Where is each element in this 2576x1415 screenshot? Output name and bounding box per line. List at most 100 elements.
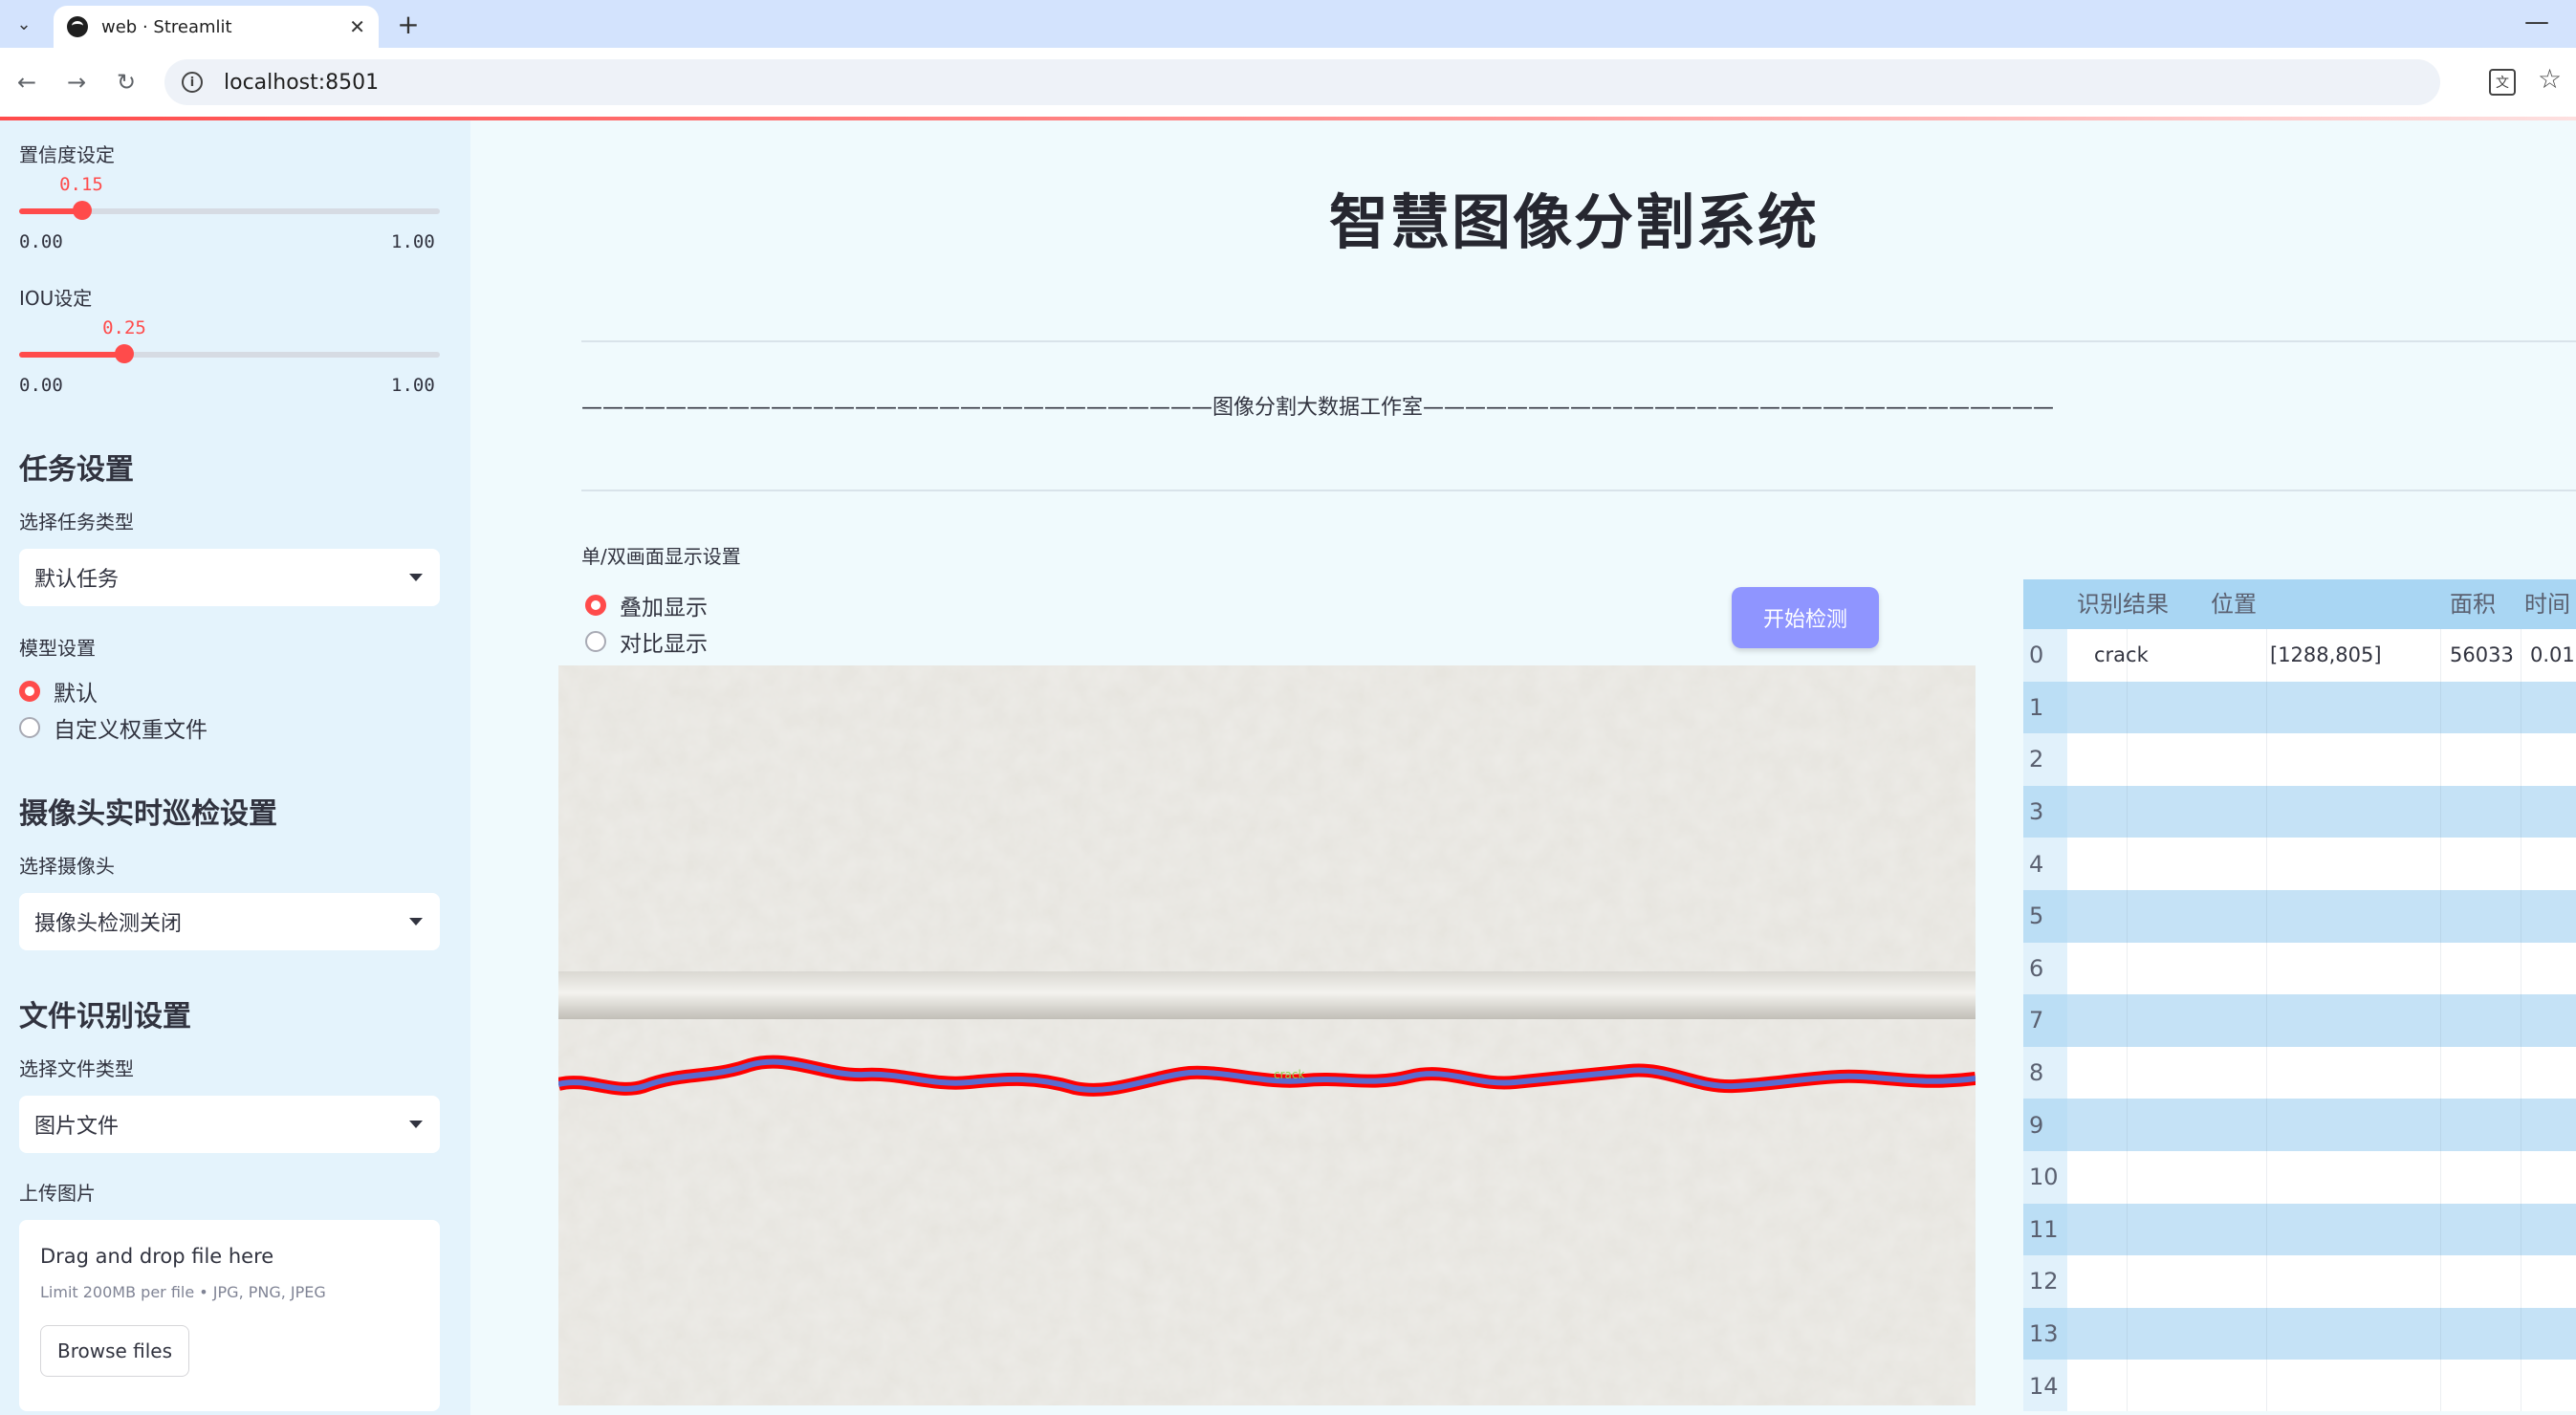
column-separator <box>2440 1099 2441 1151</box>
column-separator <box>2127 733 2128 786</box>
table-row[interactable]: 0 crack [1288,805] 56033 0.01 <box>2023 629 2576 682</box>
column-separator <box>2127 681 2128 734</box>
streamlit-favicon-icon <box>67 16 88 37</box>
radio-selected-icon <box>585 595 606 616</box>
dropzone-title: Drag and drop file here <box>40 1245 274 1268</box>
column-separator <box>2127 890 2128 943</box>
column-separator <box>2266 1203 2267 1256</box>
confidence-slider-thumb[interactable] <box>73 201 92 220</box>
task-type-label: 选择任务类型 <box>19 511 134 533</box>
url-text: localhost:8501 <box>224 70 380 95</box>
crack-detection-label: crack <box>1274 1068 1304 1081</box>
browser-tab[interactable]: web · Streamlit ✕ <box>54 6 379 48</box>
cell-result: crack <box>2094 643 2149 667</box>
minimize-icon[interactable]: — <box>2524 8 2549 36</box>
browse-files-button[interactable]: Browse files <box>40 1325 189 1377</box>
table-row[interactable]: 10 <box>2023 1151 2576 1204</box>
column-separator <box>2266 785 2267 838</box>
row-index: 4 <box>2023 838 2067 890</box>
display-option-overlay[interactable]: 叠加显示 <box>585 589 708 621</box>
table-row[interactable]: 9 <box>2023 1099 2576 1151</box>
browser-tab-bar: ⌄ web · Streamlit ✕ + — <box>0 0 2576 48</box>
display-settings-label: 单/双画面显示设置 <box>581 545 741 568</box>
chevron-down-icon <box>409 918 423 925</box>
col-header-result[interactable]: 识别结果 <box>2077 579 2169 629</box>
column-separator <box>2127 1099 2128 1151</box>
column-separator <box>2127 1307 2128 1361</box>
iou-max: 1.00 <box>391 375 435 396</box>
dropzone-limit: Limit 200MB per file • JPG, PNG, JPEG <box>40 1283 326 1301</box>
star-icon[interactable]: ☆ <box>2538 63 2562 95</box>
column-separator <box>2266 838 2267 890</box>
translate-icon[interactable]: 文 <box>2489 69 2516 96</box>
column-separator <box>2440 733 2441 786</box>
confidence-value: 0.15 <box>59 174 103 195</box>
row-index: 14 <box>2023 1360 2067 1411</box>
file-type-label: 选择文件类型 <box>19 1057 134 1080</box>
file-dropzone[interactable]: Drag and drop file here Limit 200MB per … <box>19 1220 440 1411</box>
plus-icon[interactable]: + <box>392 8 425 40</box>
table-row[interactable]: 2 <box>2023 733 2576 786</box>
confidence-slider[interactable] <box>19 201 440 220</box>
table-row[interactable]: 13 <box>2023 1307 2576 1361</box>
column-separator <box>2266 994 2267 1047</box>
column-separator <box>2127 1203 2128 1256</box>
column-separator <box>2440 994 2441 1047</box>
column-separator <box>2266 1151 2267 1204</box>
close-icon[interactable]: ✕ <box>349 15 365 38</box>
table-row[interactable]: 5 <box>2023 890 2576 943</box>
upload-label: 上传图片 <box>19 1182 96 1205</box>
file-type-select[interactable]: 图片文件 <box>19 1096 440 1153</box>
iou-min: 0.00 <box>19 375 63 396</box>
back-icon[interactable]: ← <box>10 65 44 99</box>
table-row[interactable]: 7 <box>2023 994 2576 1047</box>
iou-label: IOU设定 <box>19 287 93 310</box>
confidence-max: 1.00 <box>391 231 435 252</box>
column-separator <box>2127 1360 2128 1411</box>
row-index: 5 <box>2023 890 2067 943</box>
col-header-area[interactable]: 面积 <box>2450 579 2496 629</box>
col-header-time[interactable]: 时间 <box>2524 579 2570 629</box>
iou-slider-thumb[interactable] <box>115 344 134 363</box>
camera-select[interactable]: 摄像头检测关闭 <box>19 893 440 950</box>
table-row[interactable]: 4 <box>2023 838 2576 890</box>
column-separator <box>2440 1046 2441 1099</box>
reload-icon[interactable]: ↻ <box>109 65 143 99</box>
column-separator <box>2266 1046 2267 1099</box>
model-option-custom[interactable]: 自定义权重文件 <box>19 711 207 744</box>
display-option-compare[interactable]: 对比显示 <box>585 625 708 658</box>
row-index: 13 <box>2023 1307 2067 1361</box>
radio-icon <box>585 631 606 652</box>
start-detection-button[interactable]: 开始检测 <box>1732 587 1879 648</box>
results-table[interactable]: 识别结果 位置 面积 时间 0 crack [1288,805] 56033 0.01 1… <box>2023 579 2576 1411</box>
column-separator <box>2440 1255 2441 1308</box>
column-separator <box>2127 629 2128 682</box>
row-index: 3 <box>2023 785 2067 838</box>
wall-ridge <box>558 971 1976 1019</box>
chevron-down-icon[interactable]: ⌄ <box>8 8 40 40</box>
display-option-compare-label: 对比显示 <box>620 632 708 657</box>
row-index: 2 <box>2023 733 2067 786</box>
row-index: 10 <box>2023 1151 2067 1204</box>
info-icon[interactable]: i <box>182 72 203 93</box>
col-header-position[interactable]: 位置 <box>2211 579 2257 629</box>
table-row[interactable]: 11 <box>2023 1203 2576 1256</box>
column-separator <box>2440 629 2441 682</box>
table-row[interactable]: 12 <box>2023 1255 2576 1308</box>
table-row[interactable]: 1 <box>2023 681 2576 734</box>
iou-slider[interactable] <box>19 344 440 363</box>
column-separator <box>2127 1046 2128 1099</box>
camera-settings-header: 摄像头实时巡检设置 <box>19 797 277 831</box>
table-row[interactable]: 14 <box>2023 1360 2576 1411</box>
cell-position: [1288,805] <box>2270 643 2382 667</box>
task-type-select[interactable]: 默认任务 <box>19 549 440 606</box>
table-row[interactable]: 6 <box>2023 942 2576 995</box>
table-row[interactable]: 8 <box>2023 1046 2576 1099</box>
table-row[interactable]: 3 <box>2023 785 2576 838</box>
cell-time: 0.01 <box>2530 643 2575 667</box>
url-field[interactable]: i localhost:8501 <box>164 59 2440 105</box>
forward-icon[interactable]: → <box>59 65 94 99</box>
model-option-default[interactable]: 默认 <box>19 675 98 708</box>
column-separator <box>2127 942 2128 995</box>
cell-area: 56033 <box>2450 643 2514 667</box>
